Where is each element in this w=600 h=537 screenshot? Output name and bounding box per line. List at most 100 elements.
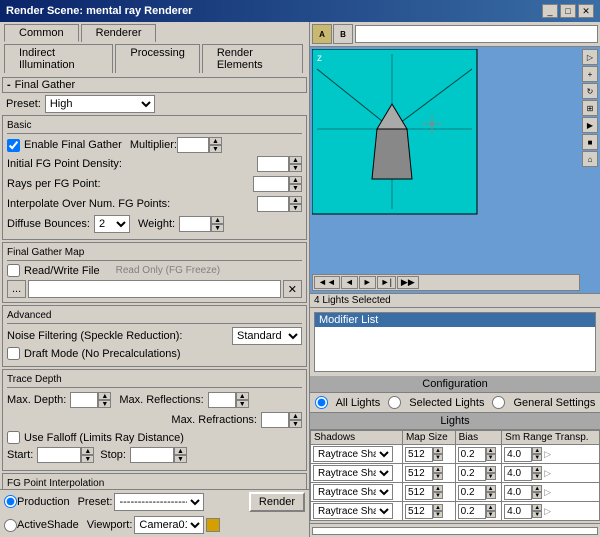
max-refract-up[interactable]: ▲	[289, 412, 302, 420]
play-btn[interactable]: ►	[359, 276, 376, 289]
bias-dn-0[interactable]: ▼	[486, 454, 496, 461]
production-radio[interactable]	[4, 495, 17, 508]
bias-up-0[interactable]: ▲	[486, 447, 496, 454]
start-up[interactable]: ▲	[81, 447, 94, 455]
icon-scale[interactable]: ⊞	[582, 100, 598, 116]
mapsize-input-3[interactable]	[405, 504, 433, 519]
bias-input-2[interactable]	[458, 485, 486, 500]
bias-input-0[interactable]	[458, 447, 486, 462]
command-input[interactable]	[355, 25, 598, 43]
tab-render-elements[interactable]: Render Elements	[202, 44, 303, 73]
max-reflect-up[interactable]: ▲	[236, 392, 249, 400]
transp-input-2[interactable]	[504, 485, 532, 500]
interpolate-up[interactable]: ▲	[289, 196, 302, 204]
mapsize-dn-0[interactable]: ▼	[433, 454, 443, 461]
all-lights-radio[interactable]	[315, 396, 328, 409]
shadow-select-3[interactable]: Raytrace Shadow	[313, 503, 393, 519]
modifier-list-box[interactable]: Modifier List	[314, 312, 596, 372]
viewport-select[interactable]: Camera01	[134, 516, 204, 534]
maximize-button[interactable]: □	[560, 4, 576, 18]
enable-fg-checkbox[interactable]	[7, 139, 20, 152]
tb-btn-2[interactable]: B	[333, 24, 353, 44]
initial-fg-up[interactable]: ▲	[289, 156, 302, 164]
bias-input-3[interactable]	[458, 504, 486, 519]
weight-up[interactable]: ▲	[211, 216, 224, 224]
tb-btn-1[interactable]: A	[312, 24, 332, 44]
transp-dn-0[interactable]: ▼	[532, 454, 542, 461]
weight-down[interactable]: ▼	[211, 224, 224, 232]
icon-stop[interactable]: ■	[582, 134, 598, 150]
draft-checkbox[interactable]	[7, 347, 20, 360]
section-final-gather-header[interactable]: -Final Gather	[2, 77, 307, 93]
prev-frame-btn[interactable]: ◄	[341, 276, 358, 289]
transp-input-0[interactable]	[504, 447, 532, 462]
general-settings-radio[interactable]	[492, 396, 505, 409]
bias-dn-3[interactable]: ▼	[486, 511, 496, 518]
multiplier-up[interactable]: ▲	[209, 137, 222, 145]
shadow-select-2[interactable]: Raytrace Shadow	[313, 484, 393, 500]
horizontal-scrollbar[interactable]	[312, 527, 598, 535]
render-button[interactable]: Render	[249, 492, 305, 512]
transp-input-3[interactable]	[504, 504, 532, 519]
shadow-select-1[interactable]: Raytrace Shadow	[313, 465, 393, 481]
transp-dn-2[interactable]: ▼	[532, 492, 542, 499]
icon-move[interactable]: +	[582, 66, 598, 82]
stop-up[interactable]: ▲	[174, 447, 187, 455]
transp-dn-1[interactable]: ▼	[532, 473, 542, 480]
bias-dn-2[interactable]: ▼	[486, 492, 496, 499]
mapsize-up-3[interactable]: ▲	[433, 504, 443, 511]
shadow-select-0[interactable]: Raytrace Shadow	[313, 446, 393, 462]
max-depth-down[interactable]: ▼	[98, 400, 111, 408]
rays-fg-up[interactable]: ▲	[289, 176, 302, 184]
interpolate-down[interactable]: ▼	[289, 204, 302, 212]
rays-fg-input[interactable]: 500	[253, 176, 289, 192]
bottom-preset-select[interactable]: -------------------	[114, 493, 204, 511]
max-reflect-down[interactable]: ▼	[236, 400, 249, 408]
stop-input[interactable]: 0.0cm	[130, 447, 174, 463]
initial-fg-down[interactable]: ▼	[289, 164, 302, 172]
mapsize-input-2[interactable]	[405, 485, 433, 500]
next-frame-btn[interactable]: ►|	[377, 276, 396, 289]
noise-select[interactable]: Standard	[232, 327, 302, 345]
weight-input[interactable]: 1.0	[179, 216, 211, 232]
mapsize-dn-3[interactable]: ▼	[433, 511, 443, 518]
max-refract-down[interactable]: ▼	[289, 420, 302, 428]
falloff-checkbox[interactable]	[7, 431, 20, 444]
bias-up-3[interactable]: ▲	[486, 504, 496, 511]
icon-play[interactable]: ▶	[582, 117, 598, 133]
icon-rotate[interactable]: ↻	[582, 83, 598, 99]
mapsize-input-0[interactable]	[405, 447, 433, 462]
transp-up-1[interactable]: ▲	[532, 466, 542, 473]
start-input[interactable]: 0.0cm	[37, 447, 81, 463]
selected-lights-radio[interactable]	[388, 396, 401, 409]
max-refract-input[interactable]: 5	[261, 412, 289, 428]
icon-select[interactable]: ▷	[582, 49, 598, 65]
max-depth-input[interactable]: 5	[70, 392, 98, 408]
tab-indirect[interactable]: Indirect Illumination	[4, 44, 113, 73]
bias-up-2[interactable]: ▲	[486, 485, 496, 492]
mapsize-dn-1[interactable]: ▼	[433, 473, 443, 480]
tab-renderer[interactable]: Renderer	[81, 24, 157, 42]
stop-down[interactable]: ▼	[174, 455, 187, 463]
transp-input-1[interactable]	[504, 466, 532, 481]
max-depth-up[interactable]: ▲	[98, 392, 111, 400]
minimize-button[interactable]: _	[542, 4, 558, 18]
file-clear-button[interactable]: ✕	[283, 280, 302, 298]
lock-icon[interactable]	[206, 518, 220, 532]
play-back-btn[interactable]: ◄◄	[314, 276, 340, 289]
mapsize-dn-2[interactable]: ▼	[433, 492, 443, 499]
mapsize-up-2[interactable]: ▲	[433, 485, 443, 492]
mapsize-up-1[interactable]: ▲	[433, 466, 443, 473]
rw-file-checkbox[interactable]	[7, 264, 20, 277]
tab-processing[interactable]: Processing	[115, 44, 199, 73]
interpolate-input[interactable]: 30	[257, 196, 289, 212]
max-reflect-input[interactable]: 5	[208, 392, 236, 408]
close-button[interactable]: ✕	[578, 4, 594, 18]
tab-common[interactable]: Common	[4, 24, 79, 42]
multiplier-down[interactable]: ▼	[209, 145, 222, 153]
initial-fg-input[interactable]: 1.5	[257, 156, 289, 172]
transp-dn-3[interactable]: ▼	[532, 511, 542, 518]
transp-up-0[interactable]: ▲	[532, 447, 542, 454]
play-fwd-btn[interactable]: ▶▶	[397, 276, 419, 289]
multiplier-input[interactable]: 1.0	[177, 137, 209, 153]
